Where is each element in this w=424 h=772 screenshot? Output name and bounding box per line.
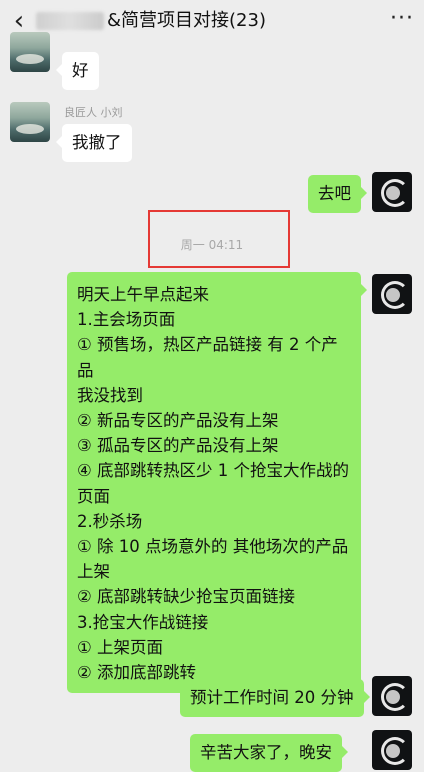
sender-name: 良匠人 小刘 (64, 106, 123, 119)
message-line: 页面 (77, 486, 110, 506)
message-line: 我没找到 (77, 385, 143, 405)
avatar[interactable] (372, 274, 412, 314)
message-line: 1.主会场页面 (77, 310, 176, 330)
message-line: ① 上架页面 (77, 637, 164, 657)
message-text: 我撤了 (72, 133, 122, 152)
message-bubble[interactable]: 去吧 (308, 175, 367, 213)
more-button[interactable]: ··· (390, 8, 414, 32)
message-line: 3.抢宝大作战链接 (77, 612, 209, 632)
avatar[interactable] (10, 32, 50, 72)
message-line: ② 新品专区的产品没有上架 (77, 411, 279, 431)
message-line: ① 预售场，热区产品链接 有 2 个产品 (77, 335, 338, 380)
message-bubble[interactable]: 我撤了 (56, 124, 132, 162)
message-line: 上架 (77, 562, 110, 582)
message-bubble[interactable]: 好 (56, 52, 99, 90)
message-line: 2.秒杀场 (77, 511, 143, 531)
message-line: ④ 底部跳转热区少 1 个抢宝大作战的 (77, 461, 350, 481)
message-line: ③ 孤品专区的产品没有上架 (77, 436, 279, 456)
message-line: 明天上午早点起来 (77, 285, 209, 304)
chat-header: ‹ &简营项目对接(23) ··· (0, 0, 424, 42)
message-text: 预计工作时间 20 分钟 (190, 688, 354, 707)
message-bubble[interactable]: 辛苦大家了，晚安 (190, 734, 348, 772)
more-dots-icon: ··· (390, 6, 414, 31)
blurred-group-name (36, 12, 104, 30)
avatar[interactable] (10, 102, 50, 142)
message-line: ② 底部跳转缺少抢宝页面链接 (77, 587, 296, 607)
message-bubble[interactable]: 预计工作时间 20 分钟 (180, 679, 369, 717)
avatar[interactable] (372, 172, 412, 212)
avatar[interactable] (372, 730, 412, 770)
message-text: 辛苦大家了，晚安 (200, 743, 332, 762)
message-text: 去吧 (318, 184, 351, 203)
message-text: 好 (72, 61, 89, 80)
message-timestamp: 周一 04:11 (180, 238, 244, 252)
avatar[interactable] (372, 676, 412, 716)
message-line: ① 除 10 点场意外的 其他场次的产品 (77, 537, 349, 557)
chat-title: &简营项目对接(23) (107, 10, 266, 31)
message-bubble[interactable]: 明天上午早点起来 1.主会场页面 ① 预售场，热区产品链接 有 2 个产品 我没… (67, 272, 367, 694)
